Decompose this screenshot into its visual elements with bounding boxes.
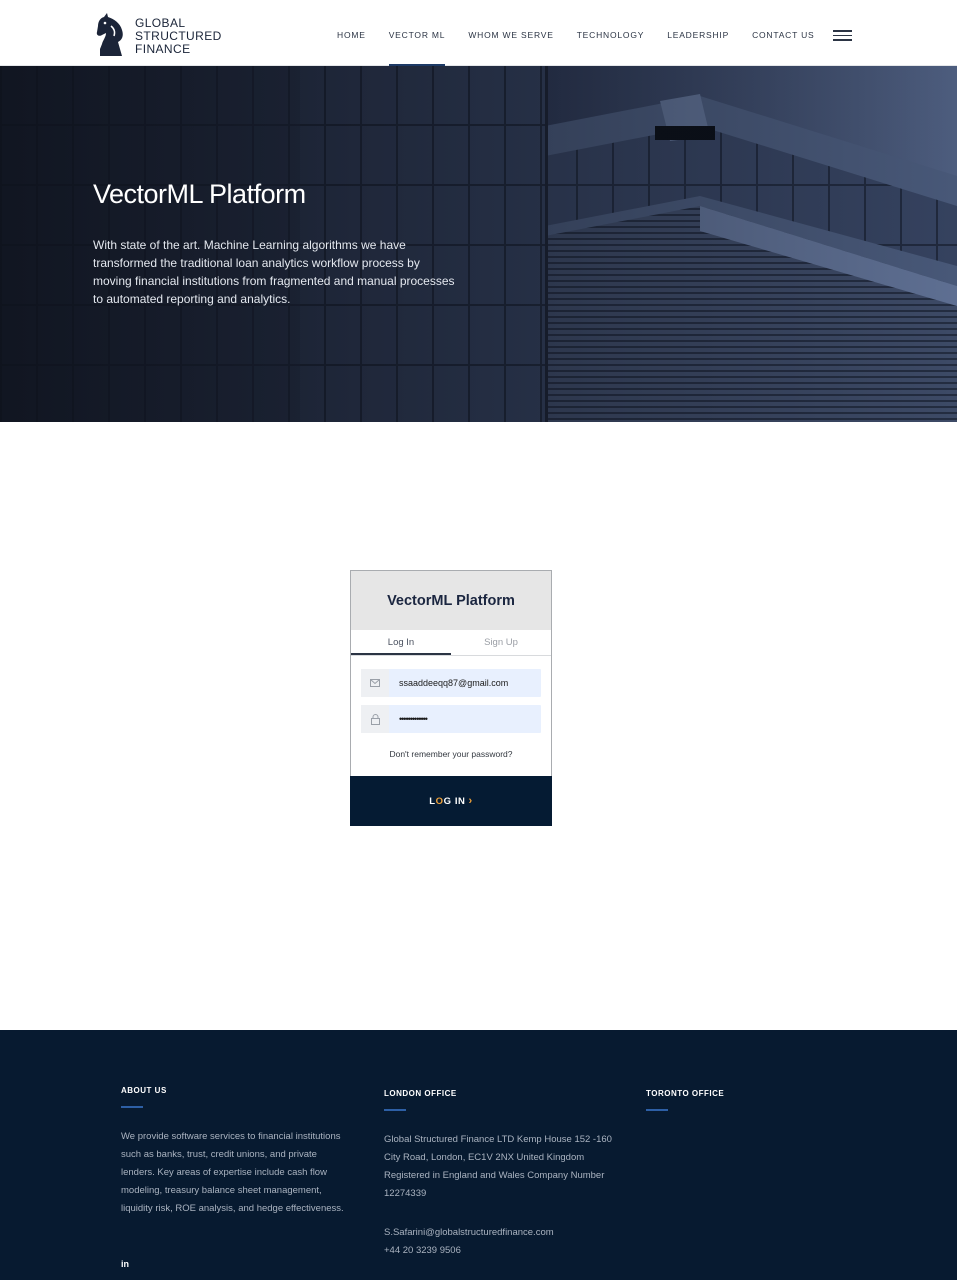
login-card: VectorML Platform Log In Sign Up ssaadde…	[350, 570, 552, 826]
site-logo[interactable]: GLOBAL STRUCTURED FINANCE	[94, 12, 224, 60]
footer-about: ABOUT US We provide software services to…	[121, 1086, 353, 1218]
hero-title: VectorML Platform	[93, 179, 306, 209]
london-address: Global Structured Finance LTD Kemp House…	[384, 1133, 612, 1199]
logo-wordmark: GLOBAL STRUCTURED FINANCE	[135, 15, 222, 56]
nav-vector-ml[interactable]: VECTOR ML	[388, 0, 446, 66]
logo-line: GLOBAL	[135, 15, 186, 30]
footer-heading: ABOUT US	[121, 1086, 167, 1095]
heading-underline	[384, 1109, 406, 1111]
chevron-right-icon: ›	[468, 795, 473, 807]
page: GLOBAL STRUCTURED FINANCE HOME VECTOR ML…	[0, 0, 957, 1280]
forgot-password-link[interactable]: Don't remember your password?	[351, 749, 551, 759]
main-nav: HOME VECTOR ML WHOM WE SERVE TECHNOLOGY …	[337, 0, 838, 66]
london-phone[interactable]: +44 20 3239 9506	[384, 1242, 619, 1260]
hero-description: With state of the art. Machine Learning …	[93, 238, 455, 306]
menu-hamburger-icon[interactable]	[833, 30, 852, 41]
envelope-icon	[361, 669, 389, 697]
footer-heading: TORONTO OFFICE	[646, 1089, 725, 1098]
login-title: VectorML Platform	[351, 571, 551, 630]
password-field[interactable]: •••••••••••••	[361, 705, 541, 733]
login-button[interactable]: LOG IN ›	[350, 776, 552, 826]
heading-underline	[121, 1106, 143, 1108]
logo-line: FINANCE	[135, 41, 191, 56]
site-footer: ABOUT US We provide software services to…	[0, 1030, 957, 1280]
login-button-accent: O	[435, 795, 444, 807]
nav-whom-we-serve[interactable]: WHOM WE SERVE	[468, 0, 553, 66]
email-value: ssaaddeeqq87@gmail.com	[399, 678, 509, 688]
heading-underline	[646, 1109, 668, 1111]
nav-contact-us[interactable]: CONTACT US	[752, 0, 814, 66]
london-email[interactable]: S.Safarini@globalstructuredfinance.com	[384, 1224, 619, 1242]
hero-banner: VectorML Platform With state of the art.…	[0, 66, 957, 422]
site-header: GLOBAL STRUCTURED FINANCE HOME VECTOR ML…	[0, 0, 957, 66]
footer-about-text: We provide software services to financia…	[121, 1130, 344, 1214]
linkedin-icon[interactable]: in	[121, 1259, 129, 1269]
tab-log-in[interactable]: Log In	[351, 630, 451, 655]
footer-heading: LONDON OFFICE	[384, 1089, 457, 1098]
footer-london: LONDON OFFICE Global Structured Finance …	[384, 1089, 619, 1260]
login-button-label-rest: G IN	[443, 795, 466, 807]
login-tabs: Log In Sign Up	[351, 630, 551, 656]
knight-logo-icon	[96, 13, 123, 56]
tab-sign-up[interactable]: Sign Up	[451, 630, 551, 655]
nav-home[interactable]: HOME	[337, 0, 366, 66]
logo-line: STRUCTURED	[135, 28, 222, 43]
footer-toronto: TORONTO OFFICE	[646, 1089, 846, 1111]
password-value: •••••••••••••	[399, 714, 428, 724]
nav-leadership[interactable]: LEADERSHIP	[667, 0, 729, 66]
email-field[interactable]: ssaaddeeqq87@gmail.com	[361, 669, 541, 697]
nav-technology[interactable]: TECHNOLOGY	[577, 0, 645, 66]
lock-icon	[361, 705, 389, 733]
